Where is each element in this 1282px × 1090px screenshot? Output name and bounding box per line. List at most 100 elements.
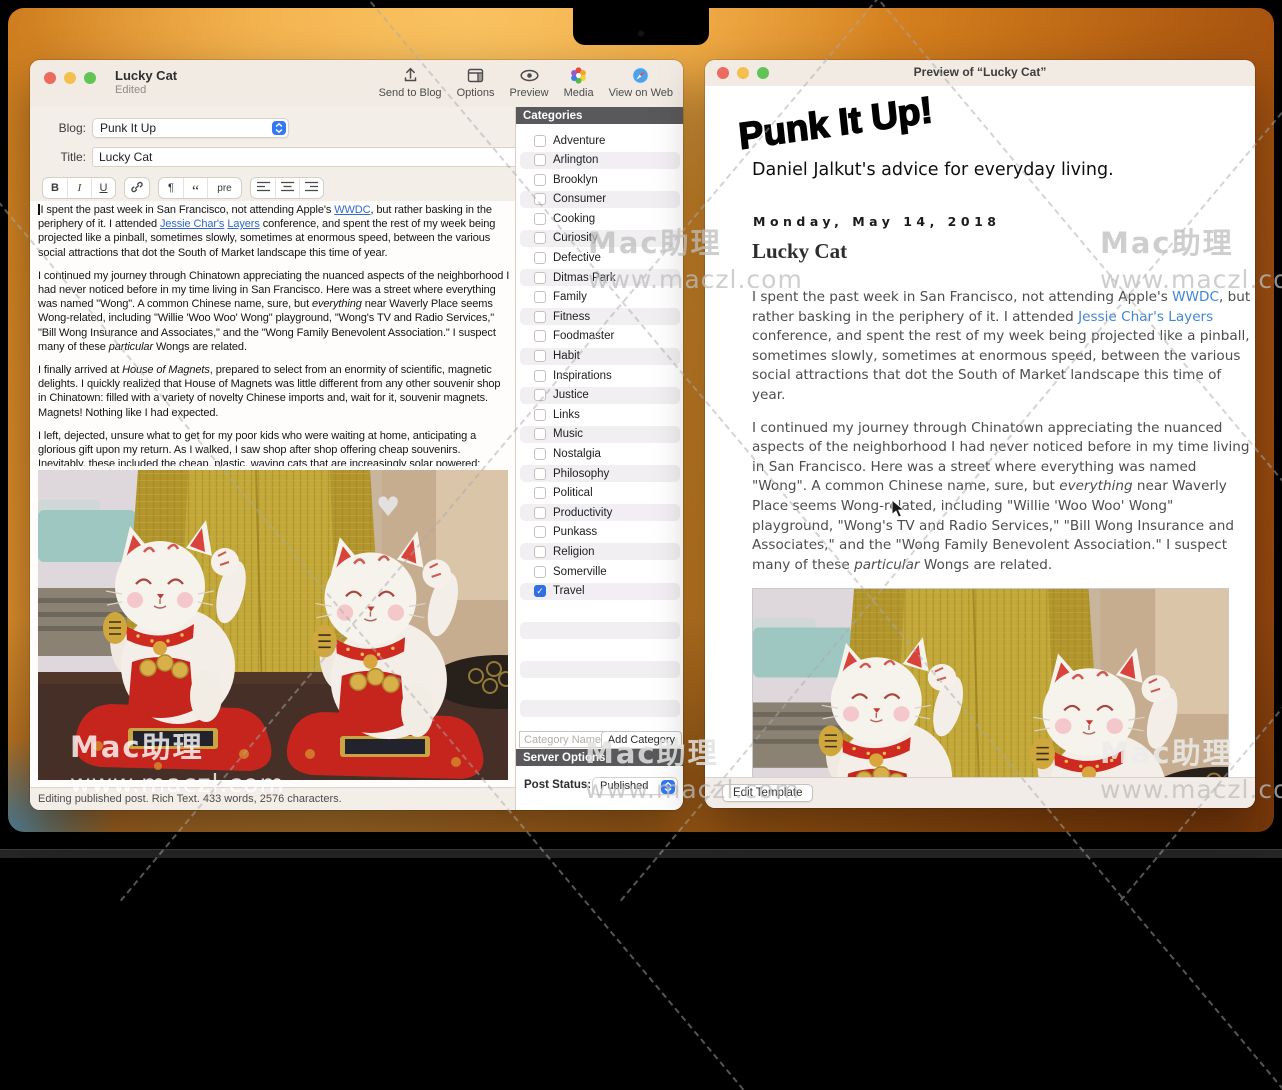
category-row[interactable]: ✓ Travel bbox=[520, 583, 680, 600]
marsedit-editor-window: Lucky Cat Edited Send to BlogOptionsPrev… bbox=[30, 60, 683, 810]
align-center-button[interactable] bbox=[275, 178, 299, 198]
post-status-popup[interactable]: Published bbox=[592, 777, 678, 795]
toolbar-send-to-blog[interactable]: Send to Blog bbox=[379, 64, 442, 99]
align-left-button[interactable] bbox=[251, 178, 275, 198]
toolbar-view-on-web[interactable]: View on Web bbox=[609, 64, 673, 99]
stepper-icon[interactable] bbox=[272, 121, 286, 135]
minimize-button[interactable] bbox=[737, 67, 749, 79]
text-run: Wongs are related. bbox=[153, 341, 247, 353]
category-row[interactable]: Music bbox=[520, 426, 680, 443]
minimize-button[interactable] bbox=[64, 72, 76, 84]
editor-titlebar[interactable]: Lucky Cat Edited Send to BlogOptionsPrev… bbox=[30, 60, 683, 108]
text-link[interactable]: Layers bbox=[1168, 309, 1213, 325]
category-row[interactable]: Links bbox=[520, 406, 680, 423]
blog-popup[interactable]: Punk It Up bbox=[92, 118, 289, 138]
checkbox[interactable] bbox=[534, 135, 546, 147]
pre-button[interactable]: pre bbox=[207, 178, 241, 198]
checkbox[interactable] bbox=[534, 487, 546, 499]
checkbox[interactable] bbox=[534, 213, 546, 225]
text-link[interactable]: Jessie Char's bbox=[1078, 309, 1164, 325]
category-row[interactable]: Arlington bbox=[520, 152, 680, 169]
checkbox[interactable] bbox=[534, 507, 546, 519]
checkbox[interactable] bbox=[534, 311, 546, 323]
edit-template-button[interactable]: Edit Template bbox=[722, 784, 813, 802]
title-field-row: Title: bbox=[30, 147, 524, 167]
checkbox[interactable] bbox=[534, 330, 546, 342]
category-row[interactable]: Punkass bbox=[520, 524, 680, 541]
checkbox[interactable] bbox=[534, 389, 546, 401]
text-link[interactable]: Layers bbox=[227, 218, 259, 230]
categories-list: Adventure Arlington Brooklyn Consumer Cookin… bbox=[516, 132, 683, 720]
category-row[interactable]: Habit bbox=[520, 348, 680, 365]
link-button[interactable] bbox=[125, 178, 149, 198]
close-button[interactable] bbox=[44, 72, 56, 84]
close-button[interactable] bbox=[717, 67, 729, 79]
category-row[interactable]: Nostalgia bbox=[520, 446, 680, 463]
checkbox[interactable] bbox=[534, 154, 546, 166]
category-name-input[interactable] bbox=[519, 731, 611, 748]
category-row[interactable]: Somerville bbox=[520, 563, 680, 580]
italic-button[interactable]: I bbox=[67, 178, 91, 198]
checkbox[interactable] bbox=[534, 232, 546, 244]
add-category-button[interactable]: Add Category bbox=[601, 731, 682, 749]
blockquote-button[interactable]: “ bbox=[183, 178, 207, 198]
toolbar-preview[interactable]: Preview bbox=[509, 64, 548, 99]
category-row[interactable]: Cooking bbox=[520, 210, 680, 227]
category-row[interactable]: Religion bbox=[520, 543, 680, 560]
text-run: I spent the past week in San Francisco, … bbox=[41, 204, 335, 216]
checkbox[interactable] bbox=[534, 193, 546, 205]
category-row[interactable]: Ditmas Park bbox=[520, 269, 680, 286]
category-label: Links bbox=[553, 409, 580, 421]
checkbox[interactable] bbox=[534, 428, 546, 440]
text-link[interactable]: WWDC bbox=[1172, 289, 1219, 305]
text-run: particular bbox=[109, 341, 153, 353]
checkbox[interactable] bbox=[534, 566, 546, 578]
category-row[interactable]: Philosophy bbox=[520, 465, 680, 482]
toolbar-options[interactable]: Options bbox=[457, 64, 495, 99]
checkbox[interactable] bbox=[534, 350, 546, 362]
category-row[interactable]: Fitness bbox=[520, 308, 680, 325]
text-link[interactable]: Jessie Char's bbox=[160, 218, 224, 230]
category-row[interactable]: Inspirations bbox=[520, 367, 680, 384]
category-row[interactable]: Brooklyn bbox=[520, 171, 680, 188]
checkbox[interactable] bbox=[534, 174, 546, 186]
title-input[interactable] bbox=[92, 147, 524, 167]
checkbox[interactable] bbox=[534, 468, 546, 480]
checkbox[interactable] bbox=[534, 448, 546, 460]
checkbox[interactable] bbox=[534, 272, 546, 284]
checkbox[interactable] bbox=[534, 291, 546, 303]
category-row[interactable]: Curiosity bbox=[520, 230, 680, 247]
checkbox[interactable] bbox=[534, 409, 546, 421]
lucky-cat-photo[interactable]: ♥ bbox=[38, 470, 508, 780]
align-right-icon bbox=[305, 181, 318, 195]
category-row[interactable]: Justice bbox=[520, 387, 680, 404]
checkbox[interactable] bbox=[534, 526, 546, 538]
bold-button[interactable]: B bbox=[43, 178, 67, 198]
category-row[interactable]: Foodmaster bbox=[520, 328, 680, 345]
stepper-icon[interactable] bbox=[661, 780, 675, 794]
editor-column: Blog: Punk It Up Title: B I bbox=[30, 107, 515, 810]
blog-popup-value: Punk It Up bbox=[100, 121, 156, 135]
category-row[interactable]: Political bbox=[520, 485, 680, 502]
zoom-button[interactable] bbox=[84, 72, 96, 84]
category-row[interactable]: Consumer bbox=[520, 191, 680, 208]
underline-button[interactable]: U bbox=[91, 178, 115, 198]
checkbox[interactable] bbox=[534, 546, 546, 558]
category-row[interactable]: Productivity bbox=[520, 504, 680, 521]
category-row[interactable]: Family bbox=[520, 289, 680, 306]
category-row[interactable]: Adventure bbox=[520, 132, 680, 149]
checkbox[interactable]: ✓ bbox=[534, 585, 546, 597]
pilcrow-button[interactable]: ¶ bbox=[159, 178, 183, 198]
preview-titlebar[interactable]: Preview of “Lucky Cat” bbox=[705, 60, 1255, 87]
paragraph: I spent the past week in San Francisco, … bbox=[752, 288, 1255, 406]
zoom-button[interactable] bbox=[757, 67, 769, 79]
text-link[interactable]: WWDC bbox=[334, 204, 370, 216]
category-label: Travel bbox=[553, 585, 585, 597]
checkbox[interactable] bbox=[534, 370, 546, 382]
category-row[interactable]: Defective bbox=[520, 250, 680, 267]
heart-icon: ♥ bbox=[376, 492, 400, 523]
checkbox[interactable] bbox=[534, 252, 546, 264]
toolbar-media[interactable]: Media bbox=[564, 64, 594, 99]
align-right-button[interactable] bbox=[299, 178, 323, 198]
post-body-editor[interactable]: I spent the past week in San Francisco, … bbox=[38, 203, 510, 466]
